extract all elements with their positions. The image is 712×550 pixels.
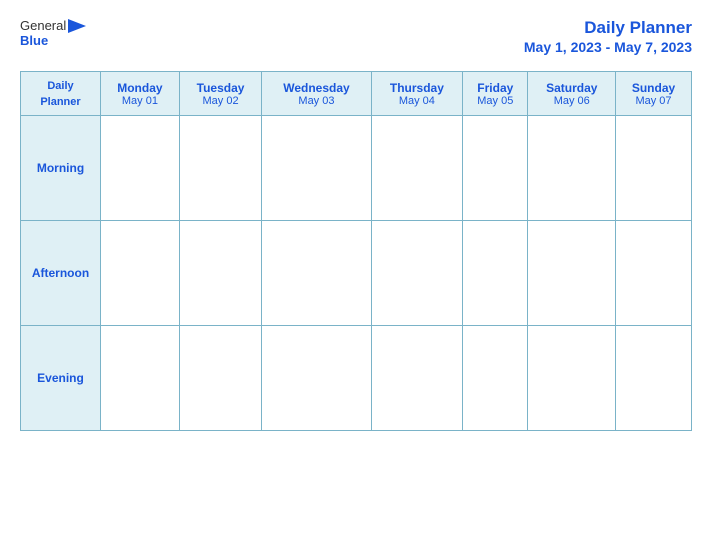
tuesday-name: Tuesday [184, 81, 257, 95]
morning-row: Morning [21, 115, 692, 220]
friday-name: Friday [467, 81, 523, 95]
title-date: May 1, 2023 - May 7, 2023 [524, 39, 692, 55]
sunday-name: Sunday [620, 81, 687, 95]
header-daily-planner: Daily Planner [21, 72, 101, 116]
logo-text: General [20, 18, 86, 33]
afternoon-thursday[interactable] [371, 220, 462, 325]
morning-monday[interactable] [101, 115, 180, 220]
morning-label: Morning [21, 115, 101, 220]
evening-saturday[interactable] [528, 325, 616, 430]
morning-saturday[interactable] [528, 115, 616, 220]
morning-thursday[interactable] [371, 115, 462, 220]
afternoon-tuesday[interactable] [179, 220, 261, 325]
evening-sunday[interactable] [616, 325, 692, 430]
header-sunday: Sunday May 07 [616, 72, 692, 116]
logo-blue-text: Blue [20, 33, 48, 48]
header-thursday: Thursday May 04 [371, 72, 462, 116]
planner-table: Daily Planner Monday May 01 Tuesday May … [20, 71, 692, 431]
header-row: Daily Planner Monday May 01 Tuesday May … [21, 72, 692, 116]
afternoon-label: Afternoon [21, 220, 101, 325]
afternoon-monday[interactable] [101, 220, 180, 325]
header-tuesday: Tuesday May 02 [179, 72, 261, 116]
morning-sunday[interactable] [616, 115, 692, 220]
sunday-date: May 07 [620, 95, 687, 107]
friday-date: May 05 [467, 95, 523, 107]
wednesday-date: May 03 [266, 95, 366, 107]
header-monday: Monday May 01 [101, 72, 180, 116]
evening-label: Evening [21, 325, 101, 430]
evening-thursday[interactable] [371, 325, 462, 430]
logo-general: General [20, 18, 66, 33]
morning-tuesday[interactable] [179, 115, 261, 220]
morning-friday[interactable] [463, 115, 528, 220]
header-planner: Planner [40, 96, 80, 108]
morning-wednesday[interactable] [262, 115, 371, 220]
page: General Blue Daily Planner May 1, 2023 -… [0, 0, 712, 550]
title-main: Daily Planner [584, 18, 692, 37]
saturday-date: May 06 [532, 95, 611, 107]
evening-row: Evening [21, 325, 692, 430]
evening-monday[interactable] [101, 325, 180, 430]
title-area: Daily Planner May 1, 2023 - May 7, 2023 [524, 18, 692, 57]
afternoon-friday[interactable] [463, 220, 528, 325]
logo-blue: Blue [20, 33, 48, 48]
thursday-name: Thursday [376, 81, 458, 95]
evening-wednesday[interactable] [262, 325, 371, 430]
wednesday-name: Wednesday [266, 81, 366, 95]
monday-name: Monday [105, 81, 175, 95]
header-friday: Friday May 05 [463, 72, 528, 116]
header-daily: Daily [47, 80, 73, 92]
logo-area: General Blue [20, 18, 86, 48]
afternoon-row: Afternoon [21, 220, 692, 325]
monday-date: May 01 [105, 95, 175, 107]
header: General Blue Daily Planner May 1, 2023 -… [20, 18, 692, 57]
afternoon-sunday[interactable] [616, 220, 692, 325]
afternoon-wednesday[interactable] [262, 220, 371, 325]
logo-icon [68, 19, 86, 33]
tuesday-date: May 02 [184, 95, 257, 107]
thursday-date: May 04 [376, 95, 458, 107]
afternoon-saturday[interactable] [528, 220, 616, 325]
saturday-name: Saturday [532, 81, 611, 95]
header-wednesday: Wednesday May 03 [262, 72, 371, 116]
header-saturday: Saturday May 06 [528, 72, 616, 116]
evening-tuesday[interactable] [179, 325, 261, 430]
evening-friday[interactable] [463, 325, 528, 430]
